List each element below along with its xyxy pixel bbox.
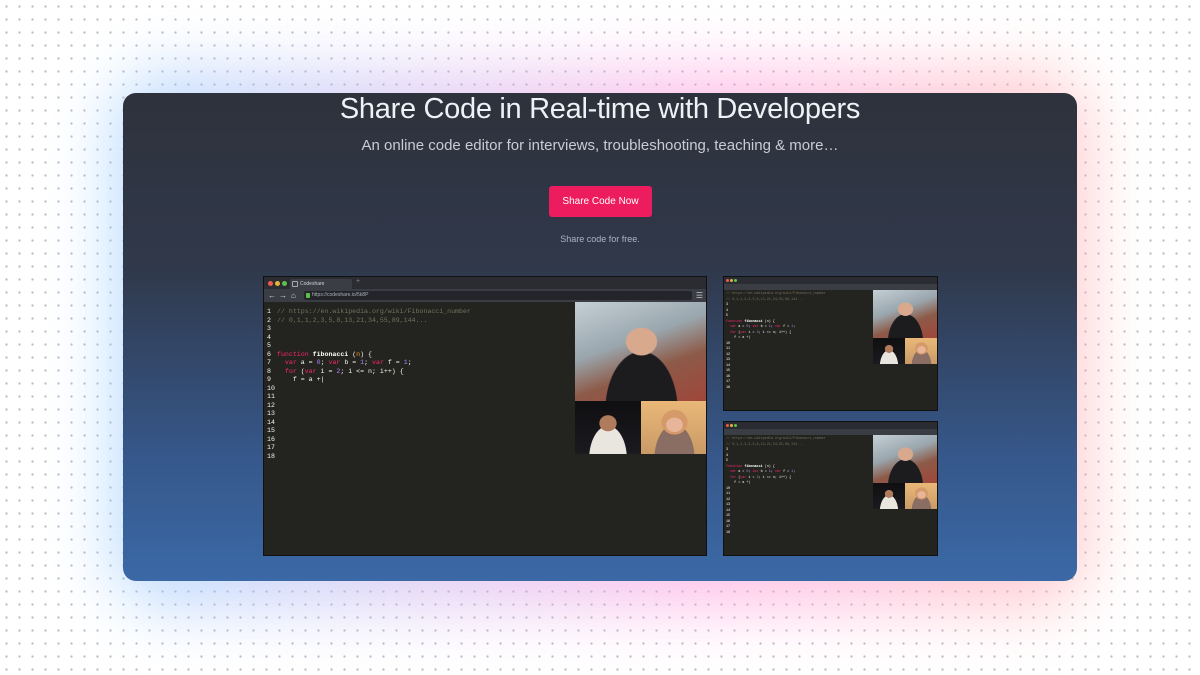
browser-window-main: Codeshare + ← → ⌂ https://codeshare.io/5… (263, 276, 707, 556)
video-participant-3 (905, 483, 937, 509)
maximize-dot-icon[interactable] (734, 424, 737, 427)
browser-window-small-2: // https://en.wikipedia.org/wiki/Fibonac… (723, 421, 938, 556)
video-participant-2 (873, 483, 905, 509)
minimize-dot-icon[interactable] (730, 279, 733, 282)
code-editor: // https://en.wikipedia.org/wiki/Fibonac… (724, 435, 937, 555)
code-text: // https://en.wikipedia.org/wiki/Fibonac… (726, 292, 826, 390)
hero-section: Share Code in Real-time with Developers … (123, 93, 1077, 581)
video-participant-2 (873, 338, 905, 364)
free-note: Share code for free. (560, 234, 640, 244)
video-participant-3 (641, 401, 706, 454)
maximize-dot-icon[interactable] (734, 279, 737, 282)
browser-tab[interactable]: Codeshare (290, 279, 352, 289)
video-participant-3 (905, 338, 937, 364)
video-participant-main (873, 290, 937, 338)
code-editor: // https://en.wikipedia.org/wiki/Fibonac… (724, 290, 937, 410)
home-icon[interactable]: ⌂ (291, 290, 296, 301)
url-field[interactable]: https://codeshare.io/5k8P (304, 291, 692, 300)
tab-title: Codeshare (300, 281, 325, 287)
back-arrow-icon[interactable]: ← (268, 290, 276, 301)
share-code-now-button[interactable]: Share Code Now (549, 186, 652, 217)
menu-icon[interactable]: ☰ (696, 291, 703, 300)
close-dot-icon[interactable] (726, 424, 729, 427)
minimize-dot-icon[interactable] (275, 281, 280, 286)
browser-titlebar: Codeshare + (264, 277, 706, 289)
lock-icon (306, 293, 310, 298)
maximize-dot-icon[interactable] (282, 281, 287, 286)
tab-favicon-icon (292, 281, 298, 287)
browser-titlebar (724, 422, 937, 429)
close-dot-icon[interactable] (268, 281, 273, 286)
forward-arrow-icon[interactable]: → (279, 290, 287, 301)
url-text: https://codeshare.io/5k8P (312, 292, 369, 298)
browser-window-small-1: // https://en.wikipedia.org/wiki/Fibonac… (723, 276, 938, 411)
new-tab-icon[interactable]: + (356, 278, 360, 285)
address-bar-row: ← → ⌂ https://codeshare.io/5k8P ☰ (264, 289, 706, 302)
video-participant-main (873, 435, 937, 483)
video-participant-2 (575, 401, 641, 454)
code-text: // https://en.wikipedia.org/wiki/Fibonac… (726, 437, 826, 535)
close-dot-icon[interactable] (726, 279, 729, 282)
browser-titlebar (724, 277, 937, 284)
code-text[interactable]: 1// https://en.wikipedia.org/wiki/Fibona… (267, 308, 471, 461)
code-editor[interactable]: 1// https://en.wikipedia.org/wiki/Fibona… (264, 302, 706, 555)
minimize-dot-icon[interactable] (730, 424, 733, 427)
hero-subtitle: An online code editor for interviews, tr… (361, 137, 839, 154)
hero-title: Share Code in Real-time with Developers (339, 93, 861, 125)
video-participant-main (575, 302, 706, 401)
